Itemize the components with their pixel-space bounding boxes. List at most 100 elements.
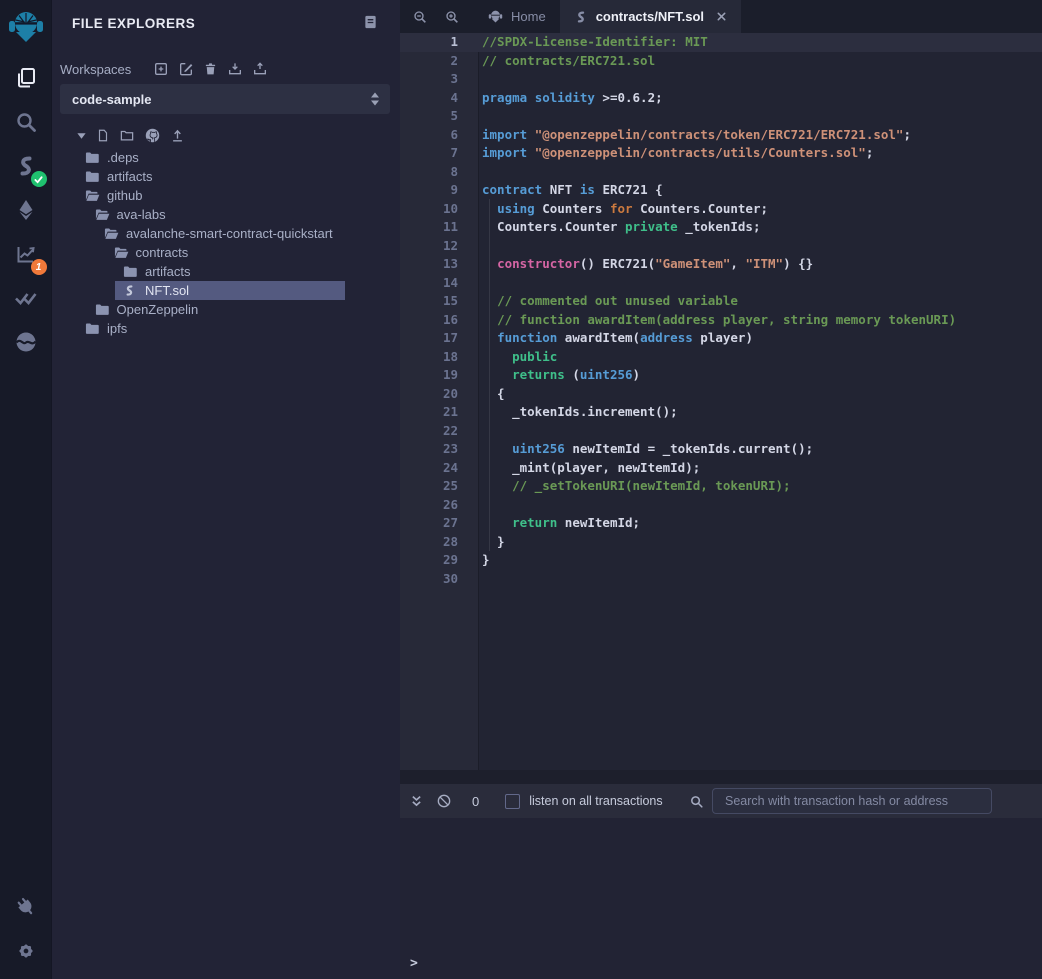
line-number: 4 [400, 89, 458, 108]
sidebar-item-plugin-wave[interactable] [0, 320, 52, 364]
sidebar-item-analytics[interactable]: 1 [0, 232, 52, 276]
line-number: 16 [400, 311, 458, 330]
code-line[interactable]: 6import "@openzeppelin/contracts/token/E… [400, 126, 1042, 145]
tree-item-nft-sol[interactable]: NFT.sol [52, 281, 400, 300]
line-content: function awardItem(address player) [458, 329, 753, 348]
create-workspace-icon[interactable] [153, 61, 169, 77]
line-number: 13 [400, 255, 458, 274]
download-workspace-icon[interactable] [227, 61, 243, 77]
terminal-search-input[interactable] [712, 788, 992, 814]
plug-icon [14, 895, 38, 919]
wave-circle-icon [14, 330, 38, 354]
code-line[interactable]: 4pragma solidity >=0.6.2; [400, 89, 1042, 108]
code-line[interactable]: 23 uint256 newItemId = _tokenIds.current… [400, 440, 1042, 459]
code-line[interactable]: 20 { [400, 385, 1042, 404]
tree-item-avalanche-smart-contract-quickstart[interactable]: avalanche-smart-contract-quickstart [52, 224, 400, 243]
delete-workspace-icon[interactable] [203, 61, 218, 77]
compiler-success-badge [31, 171, 47, 187]
close-tab-icon[interactable] [716, 11, 727, 22]
code-line[interactable]: 10 using Counters for Counters.Counter; [400, 200, 1042, 219]
tab-home[interactable]: Home [474, 0, 560, 33]
folder-closed-icon [85, 151, 100, 164]
new-folder-icon[interactable] [119, 128, 135, 143]
listen-transactions-checkbox[interactable] [505, 794, 520, 809]
code-line[interactable]: 25 // _setTokenURI(newItemId, tokenURI); [400, 477, 1042, 496]
sidebar-item-unit-testing[interactable] [0, 276, 52, 320]
code-line[interactable]: 8 [400, 163, 1042, 182]
terminal-collapse-icon[interactable] [410, 794, 423, 809]
code-line[interactable]: 17 function awardItem(address player) [400, 329, 1042, 348]
folder-open-icon [95, 208, 110, 221]
code-line[interactable]: 13 constructor() ERC721("GameItem", "ITM… [400, 255, 1042, 274]
tab-contracts-nft-sol[interactable]: contracts/NFT.sol [560, 0, 741, 33]
code-line[interactable]: 15 // commented out unused variable [400, 292, 1042, 311]
line-content: Counters.Counter private _tokenIds; [458, 218, 760, 237]
rename-workspace-icon[interactable] [178, 61, 194, 77]
line-number: 9 [400, 181, 458, 200]
analytics-count-badge: 1 [31, 259, 47, 275]
tree-item-openzeppelin[interactable]: OpenZeppelin [52, 300, 400, 319]
upload-file-icon[interactable] [170, 128, 185, 143]
github-clone-icon[interactable] [144, 127, 161, 144]
sidebar-item-search[interactable] [0, 100, 52, 144]
terminal-clear-icon[interactable] [436, 793, 452, 809]
code-line[interactable]: 14 [400, 274, 1042, 293]
tree-item-artifacts[interactable]: artifacts [52, 167, 400, 186]
line-content [458, 163, 482, 182]
listen-transactions-label: listen on all transactions [529, 794, 662, 808]
code-line[interactable]: 1//SPDX-License-Identifier: MIT [400, 33, 1042, 52]
code-line[interactable]: 9contract NFT is ERC721 { [400, 181, 1042, 200]
code-line[interactable]: 11 Counters.Counter private _tokenIds; [400, 218, 1042, 237]
zoom-out-icon[interactable] [408, 0, 432, 33]
code-line[interactable]: 28 } [400, 533, 1042, 552]
code-line[interactable]: 3 [400, 70, 1042, 89]
zoom-in-icon[interactable] [440, 0, 464, 33]
tree-item-github[interactable]: github [52, 186, 400, 205]
code-line[interactable]: 12 [400, 237, 1042, 256]
tree-item-ava-labs[interactable]: ava-labs [52, 205, 400, 224]
line-number: 19 [400, 366, 458, 385]
code-line[interactable]: 2// contracts/ERC721.sol [400, 52, 1042, 71]
remix-logo[interactable] [0, 0, 52, 56]
tree-item--deps[interactable]: .deps [52, 148, 400, 167]
sidebar-item-plugin-manager[interactable] [0, 885, 52, 929]
panel-menu-icon[interactable] [363, 14, 378, 30]
code-line[interactable]: 27 return newItemId; [400, 514, 1042, 533]
tab-file-label: contracts/NFT.sol [596, 9, 704, 24]
line-content [458, 496, 482, 515]
tree-item-label: artifacts [107, 169, 153, 184]
code-line[interactable]: 16 // function awardItem(address player,… [400, 311, 1042, 330]
code-line[interactable]: 26 [400, 496, 1042, 515]
sidebar-item-deploy-and-run[interactable] [0, 188, 52, 232]
new-file-icon[interactable] [96, 128, 110, 143]
sidebar-item-settings[interactable] [0, 929, 52, 973]
remix-icon [488, 9, 503, 25]
restore-workspace-icon[interactable] [252, 61, 268, 77]
line-content: import "@openzeppelin/contracts/token/ER… [458, 126, 911, 145]
tree-item-ipfs[interactable]: ipfs [52, 319, 400, 338]
sidebar-item-file-explorer[interactable] [0, 56, 52, 100]
workspace-select[interactable]: code-sample [60, 84, 390, 114]
terminal-resize-handle[interactable] [400, 770, 1042, 784]
code-line[interactable]: 18 public [400, 348, 1042, 367]
sidebar-item-solidity-compiler[interactable] [0, 144, 52, 188]
tree-item-contracts[interactable]: contracts [52, 243, 400, 262]
tree-item-artifacts[interactable]: artifacts [52, 262, 400, 281]
code-line[interactable]: 24 _mint(player, newItemId); [400, 459, 1042, 478]
tree-item-label: artifacts [145, 264, 191, 279]
code-line[interactable]: 19 returns (uint256) [400, 366, 1042, 385]
line-number: 15 [400, 292, 458, 311]
code-editor[interactable]: 1//SPDX-License-Identifier: MIT2// contr… [400, 33, 1042, 770]
code-line[interactable]: 21 _tokenIds.increment(); [400, 403, 1042, 422]
code-line[interactable]: 5 [400, 107, 1042, 126]
code-line[interactable]: 29} [400, 551, 1042, 570]
line-content: import "@openzeppelin/contracts/utils/Co… [458, 144, 873, 163]
line-number: 7 [400, 144, 458, 163]
code-line[interactable]: 22 [400, 422, 1042, 441]
terminal-output[interactable]: > [400, 818, 1042, 979]
collapse-caret-icon[interactable] [76, 130, 87, 141]
line-content: contract NFT is ERC721 { [458, 181, 663, 200]
code-line[interactable]: 7import "@openzeppelin/contracts/utils/C… [400, 144, 1042, 163]
code-line[interactable]: 30 [400, 570, 1042, 589]
line-content: uint256 newItemId = _tokenIds.current(); [458, 440, 813, 459]
